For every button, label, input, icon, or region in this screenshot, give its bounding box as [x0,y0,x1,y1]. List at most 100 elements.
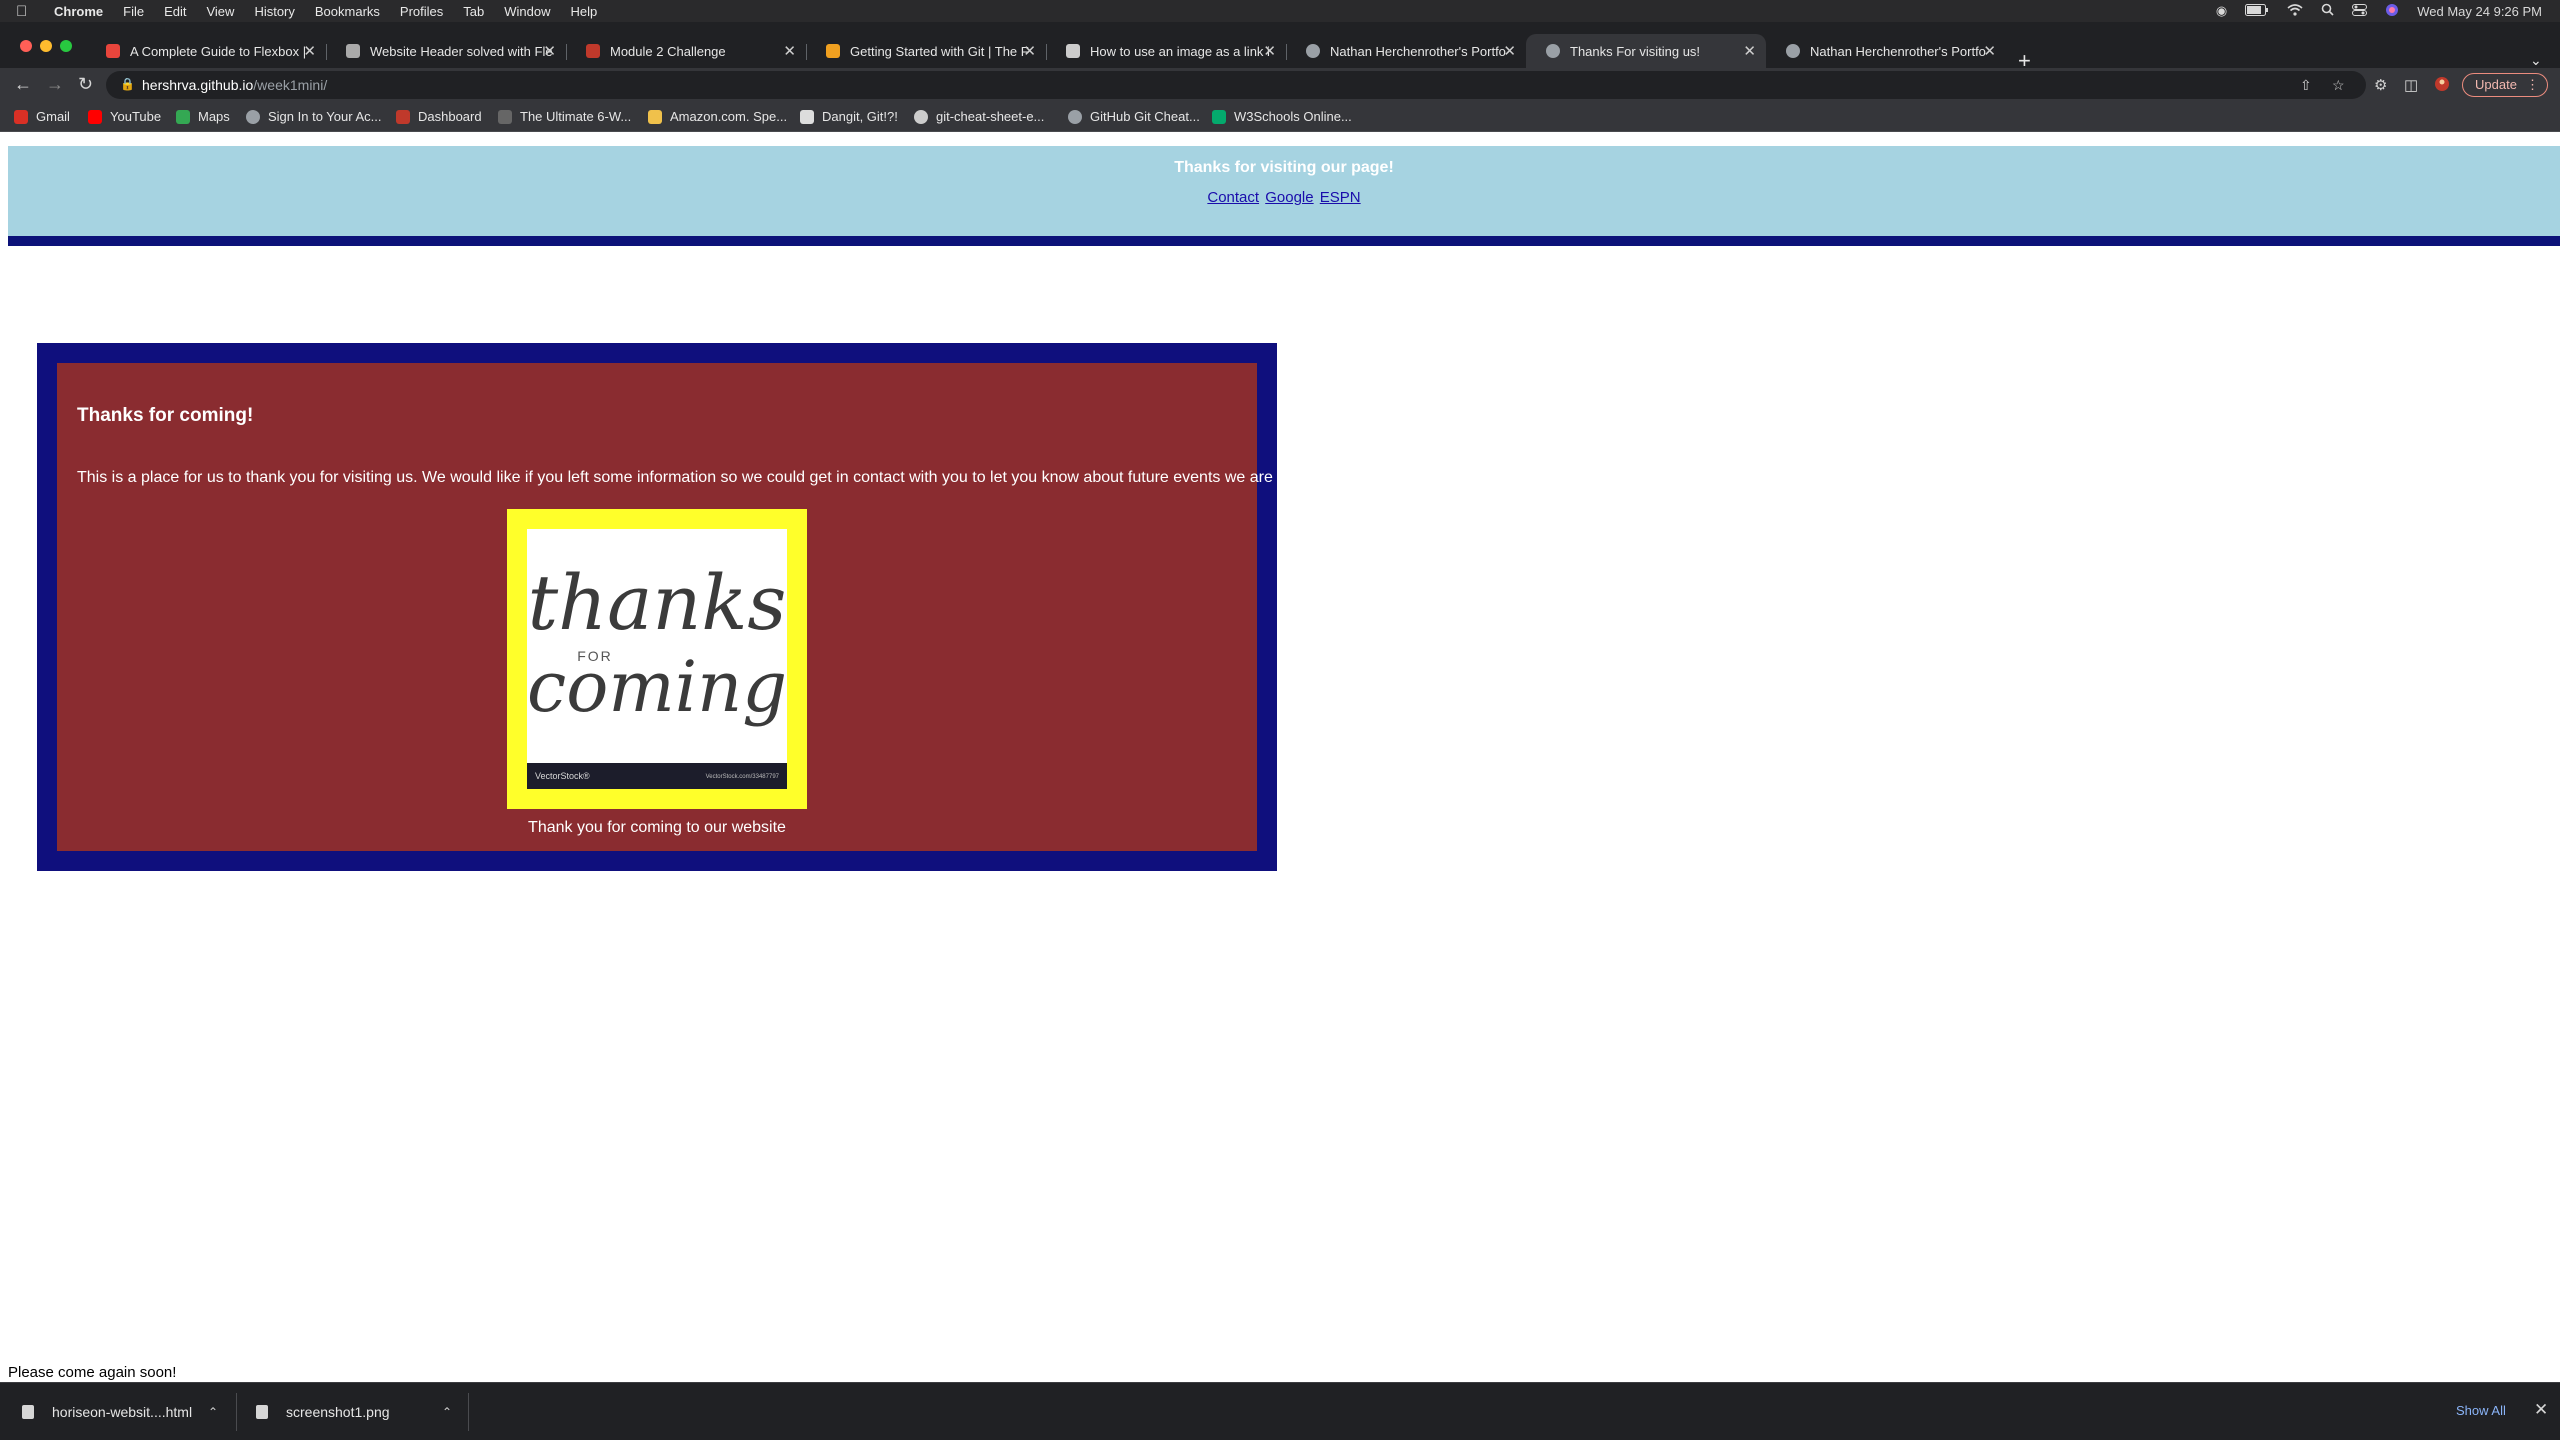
thanks-section: Thanks for coming! This is a place for u… [57,363,1333,851]
bookmark-github-git-cheat[interactable]: GitHub Git Cheat... [1068,109,1200,124]
menu-history[interactable]: History [254,4,294,19]
wifi-icon[interactable] [2287,3,2303,19]
address-bar[interactable]: 🔒 hershrva.github.io/week1mini/ ⇧ ☆ [106,71,2366,99]
file-icon [256,1405,268,1419]
thanks-for-coming-image[interactable]: thanks FOR coming VectorStock® VectorSto… [527,529,787,789]
download-filename: horiseon-websit....html [52,1404,193,1420]
window-close-button[interactable] [20,40,32,52]
menu-view[interactable]: View [206,4,234,19]
nav-link-espn[interactable]: ESPN [1320,189,1361,206]
image-frame[interactable]: thanks FOR coming VectorStock® VectorSto… [507,509,807,809]
reload-icon[interactable]: ↻ [78,74,93,95]
profile-avatar-icon[interactable] [2434,76,2450,96]
menu-profiles[interactable]: Profiles [400,4,443,19]
chevron-up-icon[interactable]: ⌃ [442,1405,452,1419]
shield-icon [396,109,410,124]
tab-search-chevron-icon[interactable]: ⌄ [2530,52,2542,69]
tab-close-icon[interactable]: ✕ [543,42,556,60]
spotlight-search-icon[interactable] [2321,3,2334,19]
tab-close-icon[interactable]: ✕ [1503,42,1516,60]
tab-title: Nathan Herchenrother's Portfo [1330,43,1506,59]
tab-close-icon[interactable]: ✕ [1263,42,1276,60]
tab-title: Website Header solved with Fle [370,43,552,59]
tab-thanks-for-visiting[interactable]: Thanks For visiting us! ✕ [1526,34,1766,68]
show-all-downloads-button[interactable]: Show All [2456,1403,2506,1418]
bookmark-label: git-cheat-sheet-e... [936,109,1045,124]
tab-image-as-link[interactable]: How to use an image as a link i ✕ [1046,34,1286,68]
download-separator [236,1393,237,1431]
header-nav: Contact Google ESPN [8,189,2560,206]
tab-title: How to use an image as a link i [1090,43,1270,59]
siri-icon[interactable] [2385,3,2399,20]
window-minimize-button[interactable] [40,40,52,52]
tab-portfolio-2[interactable]: Nathan Herchenrother's Portfo ✕ [1766,34,2006,68]
header-divider-bar [8,236,2560,246]
bookmark-star-icon[interactable]: ☆ [2332,77,2345,94]
thanks-section-border: Thanks for coming! This is a place for u… [37,343,1333,871]
update-label: Update [2475,77,2517,92]
bookmark-label: YouTube [110,109,162,124]
window-zoom-button[interactable] [60,40,72,52]
bookmark-maps[interactable]: Maps [176,109,230,124]
battery-icon[interactable] [2245,3,2269,19]
close-icon[interactable]: ✕ [2534,1400,2548,1420]
tab-close-icon[interactable]: ✕ [303,42,316,60]
menu-bookmarks[interactable]: Bookmarks [315,4,380,19]
bookmark-dashboard[interactable]: Dashboard [396,109,482,124]
apple-icon[interactable]:  [16,3,40,20]
bookmark-label: Maps [198,109,230,124]
bookmark-label: Dashboard [418,109,482,124]
control-center-icon[interactable] [2352,3,2368,19]
bookmark-w3schools[interactable]: W3Schools Online... [1212,109,1352,124]
download-item-html[interactable]: horiseon-websit....html ⌃ [22,1383,222,1441]
bookmark-label: The Ultimate 6-W... [520,109,632,124]
menu-edit[interactable]: Edit [164,4,186,19]
url-text[interactable]: hershrva.github.io/week1mini/ [142,77,327,93]
lock-icon[interactable]: 🔒 [120,77,135,91]
favicon-icon [346,44,360,58]
bookmark-gmail[interactable]: Gmail [14,109,70,124]
menu-tab[interactable]: Tab [463,4,484,19]
extensions-puzzle-icon[interactable]: ⚙ [2374,76,2387,94]
url-host: hershrva.github.io [142,77,254,93]
menu-file[interactable]: File [123,4,144,19]
tab-close-icon[interactable]: ✕ [1023,42,1036,60]
tab-close-icon[interactable]: ✕ [1743,42,1756,60]
git-icon [800,109,814,124]
menu-window[interactable]: Window [504,4,550,19]
tab-portfolio-1[interactable]: Nathan Herchenrother's Portfo ✕ [1286,34,1526,68]
back-arrow-icon[interactable]: ← [14,74,32,95]
screen-record-icon[interactable]: ◉ [2216,3,2227,19]
tab-flexbox-guide[interactable]: A Complete Guide to Flexbox | ✕ [86,34,326,68]
clock[interactable]: Wed May 24 9:26 PM [2417,4,2542,19]
tab-close-icon[interactable]: ✕ [1983,42,1996,60]
download-item-png[interactable]: screenshot1.png ⌃ [256,1383,456,1441]
menu-app-name[interactable]: Chrome [54,4,103,19]
globe-icon [246,109,260,124]
tab-close-icon[interactable]: ✕ [783,42,796,60]
nav-link-contact[interactable]: Contact [1207,189,1259,206]
tab-getting-started-git[interactable]: Getting Started with Git | The F ✕ [806,34,1046,68]
bookmark-amazon[interactable]: Amazon.com. Spe... [648,109,787,124]
tab-website-header[interactable]: Website Header solved with Fle ✕ [326,34,566,68]
bookmark-label: GitHub Git Cheat... [1090,109,1200,124]
side-panel-icon[interactable]: ◫ [2404,76,2418,94]
share-icon[interactable]: ⇧ [2300,77,2312,94]
bookmark-label: Dangit, Git!?! [822,109,898,124]
globe-favicon-icon [1306,44,1320,58]
globe-favicon-icon [1786,44,1800,58]
bookmark-dangit-git[interactable]: Dangit, Git!?! [800,109,898,124]
forward-arrow-icon[interactable]: → [46,74,64,95]
bookmark-git-cheat-sheet[interactable]: git-cheat-sheet-e... [914,109,1044,124]
menu-help[interactable]: Help [571,4,598,19]
nav-link-google[interactable]: Google [1265,189,1313,206]
update-button[interactable]: Update ⋮ [2462,73,2548,97]
tab-title: A Complete Guide to Flexbox | [130,43,307,59]
maps-icon [176,109,190,124]
kebab-menu-icon[interactable]: ⋮ [2526,74,2539,96]
chevron-up-icon[interactable]: ⌃ [208,1405,218,1419]
bookmark-sign-in[interactable]: Sign In to Your Ac... [246,109,381,124]
bookmark-youtube[interactable]: YouTube [88,109,161,124]
bookmark-ultimate-6w[interactable]: The Ultimate 6-W... [498,109,631,124]
tab-module-2-challenge[interactable]: Module 2 Challenge ✕ [566,34,806,68]
